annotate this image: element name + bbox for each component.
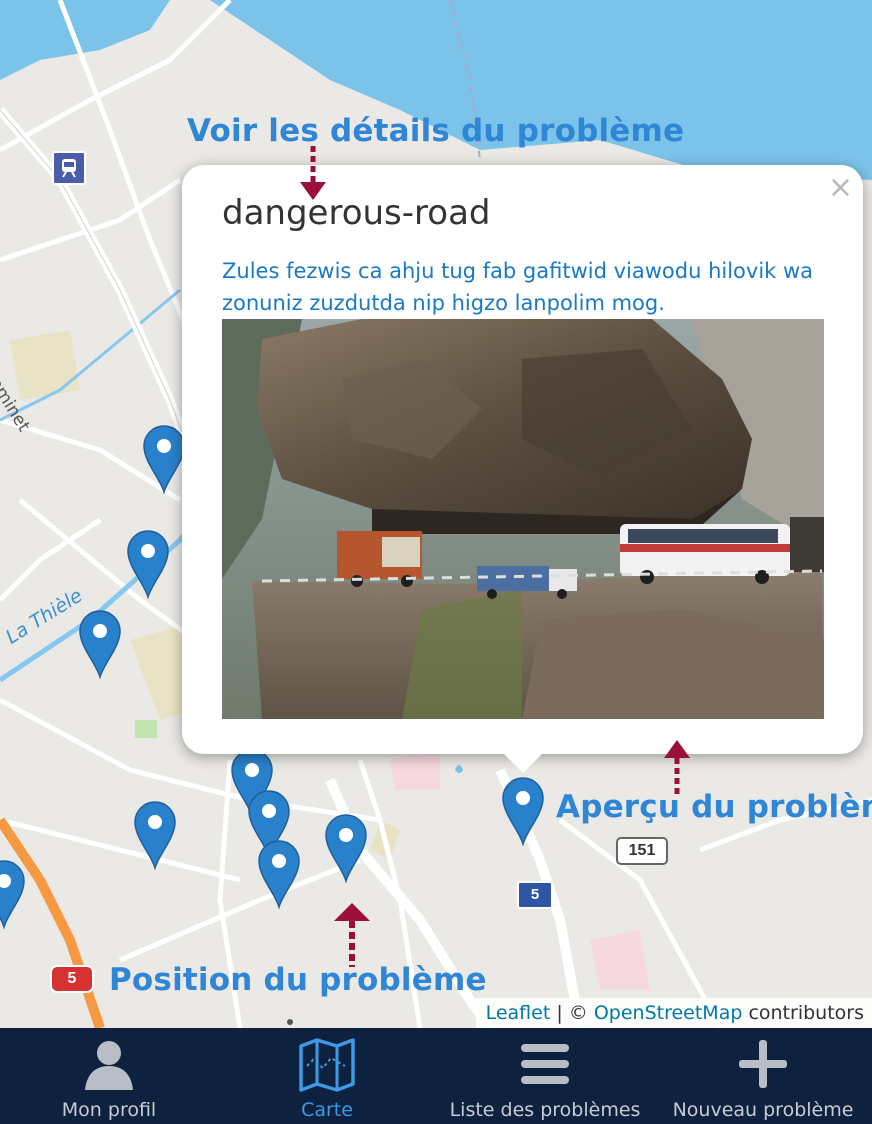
popup-tip: [501, 751, 545, 773]
osm-link[interactable]: OpenStreetMap: [594, 1002, 743, 1024]
nav-item-list[interactable]: Liste des problèmes: [436, 1028, 654, 1124]
nav-item-profile[interactable]: Mon profil: [0, 1028, 218, 1124]
problem-preview-popup[interactable]: × dangerous-road Zules fezwis ca ahju tu…: [182, 165, 863, 773]
leaflet-link[interactable]: Leaflet: [486, 1002, 551, 1024]
problem-marker[interactable]: [131, 798, 179, 871]
popup-close-button[interactable]: ×: [828, 173, 853, 203]
road-shield-5-blue: 5: [517, 881, 553, 909]
problem-title[interactable]: dangerous-road: [222, 193, 490, 233]
arrow-to-preview: [664, 740, 690, 796]
arrow-to-title: [300, 146, 326, 200]
nav-label-list: Liste des problèmes: [449, 1099, 641, 1121]
problem-photo[interactable]: [222, 319, 824, 719]
nav-label-profile: Mon profil: [61, 1099, 157, 1121]
problem-marker[interactable]: [499, 774, 547, 847]
problem-marker[interactable]: [0, 857, 28, 930]
map-icon: [297, 1036, 357, 1097]
nav-item-map[interactable]: Carte: [218, 1028, 436, 1124]
problem-marker[interactable]: [140, 422, 188, 495]
annotation-preview: Aperçu du problème: [556, 789, 872, 825]
user-icon: [81, 1036, 137, 1097]
bottom-nav-bar: Mon profil Carte Liste des problèmes Nou…: [0, 1028, 872, 1124]
problem-marker[interactable]: [76, 607, 124, 680]
nav-item-new-problem[interactable]: Nouveau problème: [654, 1028, 872, 1124]
road-shield-151: 151: [616, 837, 668, 865]
plus-icon: [735, 1036, 791, 1097]
train-station-icon: [52, 151, 86, 185]
list-icon: [517, 1036, 573, 1097]
map-attribution: Leaflet | © OpenStreetMap contributors: [475, 998, 872, 1028]
annotation-view-details: Voir les détails du problème: [187, 113, 685, 149]
problem-description: Zules fezwis ca ahju tug fab gafitwid vi…: [222, 259, 814, 315]
nav-label-new-problem: Nouveau problème: [672, 1099, 854, 1121]
annotation-position: Position du problème: [109, 962, 487, 998]
road-shield-5-red: 5: [50, 965, 94, 993]
problem-marker[interactable]: [322, 811, 370, 884]
problem-marker[interactable]: [255, 837, 303, 910]
map-view[interactable]: La Thièle Cheminet 5 5 151 Voir les déta…: [0, 0, 872, 1028]
nav-label-map: Carte: [301, 1099, 353, 1121]
arrow-to-position: [334, 903, 370, 967]
problem-marker[interactable]: [124, 527, 172, 600]
